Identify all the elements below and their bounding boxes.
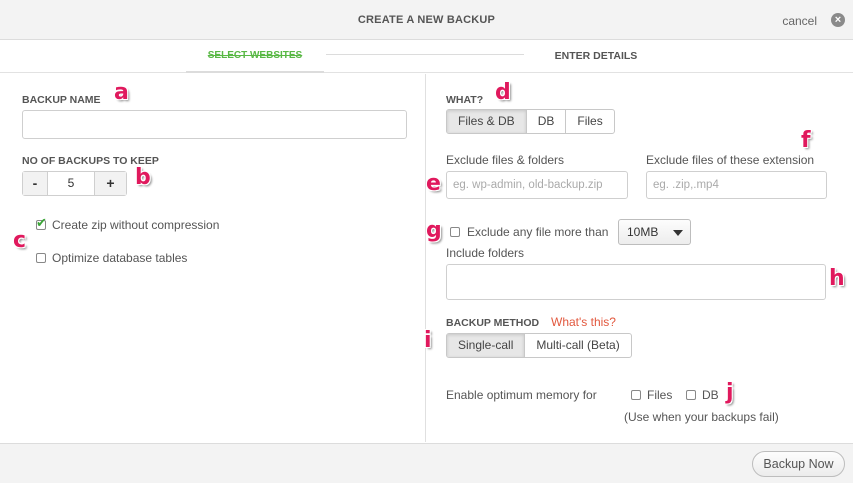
- annotation-j: j: [726, 380, 734, 405]
- wizard-steps: SELECT WEBSITES ENTER DETAILS: [0, 40, 853, 73]
- backups-to-keep-stepper: - 5 +: [22, 171, 127, 196]
- decrement-button[interactable]: -: [23, 172, 48, 195]
- step-connector: [326, 54, 524, 55]
- backup-method-label: BACKUP METHOD: [446, 317, 540, 329]
- method-multi-call[interactable]: Multi-call (Beta): [524, 334, 630, 357]
- memory-db-label[interactable]: DB: [702, 388, 719, 402]
- include-folders-input[interactable]: [446, 264, 826, 300]
- exclude-size-value: 10MB: [627, 225, 659, 239]
- zip-no-compression-label[interactable]: Create zip without compression: [52, 218, 219, 232]
- what-option-db[interactable]: DB: [525, 110, 566, 133]
- backup-now-button[interactable]: Backup Now: [752, 451, 845, 477]
- memory-files-checkbox[interactable]: [631, 390, 641, 400]
- step1-underline: [186, 71, 324, 73]
- backup-name-input[interactable]: [22, 110, 407, 139]
- step-enter-details[interactable]: ENTER DETAILS: [526, 50, 666, 62]
- optimum-memory-note: (Use when your backups fail): [624, 410, 779, 424]
- memory-files-label[interactable]: Files: [647, 388, 672, 402]
- optimum-memory-label: Enable optimum memory for: [446, 388, 597, 402]
- include-folders-label: Include folders: [446, 246, 525, 260]
- what-segmented-control: Files & DB DB Files: [446, 109, 615, 134]
- zip-no-compression-checkbox[interactable]: ✔: [36, 216, 47, 230]
- backup-method-segmented-control: Single-call Multi-call (Beta): [446, 333, 632, 358]
- annotation-c: c: [13, 228, 27, 253]
- memory-db-checkbox[interactable]: [686, 390, 696, 400]
- checkmark-icon: ✔: [36, 215, 47, 230]
- exclude-files-label: Exclude files & folders: [446, 153, 565, 167]
- annotation-f: f: [801, 128, 811, 153]
- exclude-size-label[interactable]: Exclude any file more than: [467, 225, 608, 239]
- exclude-extensions-input[interactable]: [646, 171, 827, 199]
- increment-button[interactable]: +: [94, 172, 126, 195]
- optimize-tables-checkbox[interactable]: [36, 253, 46, 263]
- exclude-files-input[interactable]: [446, 171, 628, 199]
- method-single-call[interactable]: Single-call: [447, 334, 525, 357]
- modal-footer: Backup Now: [0, 443, 853, 483]
- annotation-g: g: [426, 218, 442, 243]
- caret-down-icon: [673, 230, 683, 236]
- exclude-size-checkbox[interactable]: [450, 227, 460, 237]
- cancel-link[interactable]: cancel: [782, 14, 817, 28]
- annotation-e: e: [426, 171, 441, 196]
- modal-header: CREATE A NEW BACKUP cancel ×: [0, 0, 853, 40]
- annotation-i: i: [424, 328, 432, 353]
- whats-this-link[interactable]: What's this?: [551, 315, 616, 329]
- what-label: WHAT?: [446, 94, 484, 106]
- what-option-files-db[interactable]: Files & DB: [447, 110, 526, 133]
- exclude-extensions-label: Exclude files of these extension: [646, 153, 815, 167]
- close-circle-icon[interactable]: ×: [831, 13, 845, 27]
- annotation-a: a: [114, 80, 129, 105]
- backups-to-keep-value[interactable]: 5: [48, 172, 94, 195]
- exclude-size-select[interactable]: 10MB: [618, 219, 691, 245]
- annotation-d: d: [495, 80, 511, 105]
- modal-title: CREATE A NEW BACKUP: [357, 14, 496, 26]
- optimize-tables-label[interactable]: Optimize database tables: [52, 251, 187, 265]
- annotation-h: h: [829, 266, 845, 291]
- what-option-files[interactable]: Files: [565, 110, 613, 133]
- backup-name-label: BACKUP NAME: [22, 94, 101, 106]
- annotation-b: b: [135, 165, 151, 190]
- column-divider: [425, 74, 426, 442]
- step-select-websites[interactable]: SELECT WEBSITES: [186, 50, 324, 61]
